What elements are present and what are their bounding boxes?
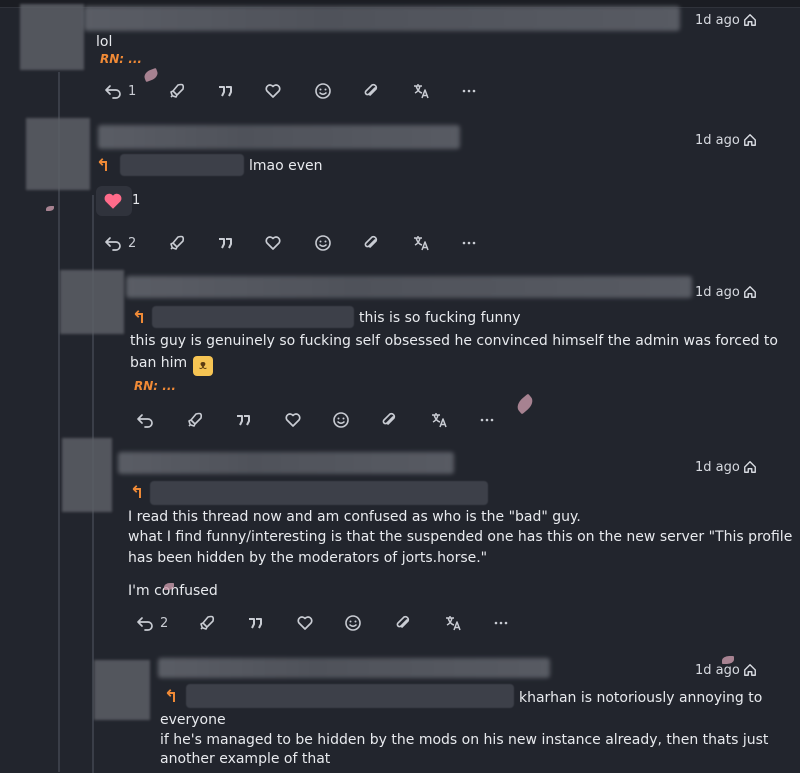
rocket-icon[interactable]: [198, 614, 220, 634]
note-text-line: kharhan is notoriously annoying to: [519, 690, 763, 706]
renote-label[interactable]: RN: ...: [100, 52, 142, 66]
reply-icon[interactable]: [104, 234, 126, 254]
smile-icon[interactable]: [314, 82, 336, 102]
more-icon[interactable]: [460, 234, 482, 254]
note-text-line: everyone: [160, 712, 226, 728]
note-text-line: another example of that: [160, 751, 331, 767]
petal-decoration: [514, 393, 536, 415]
paperclip-icon[interactable]: [362, 82, 384, 102]
petal-decoration: [142, 67, 160, 83]
timestamp[interactable]: 1d ago: [695, 285, 740, 300]
translate-icon[interactable]: [412, 234, 434, 254]
home-icon: [744, 461, 756, 473]
home-icon: [744, 134, 756, 146]
username-blurred[interactable]: [118, 452, 454, 474]
custom-emoji-icon: ᴥ: [193, 356, 213, 376]
reaction-count: 1: [132, 193, 141, 208]
quote-icon[interactable]: [234, 411, 256, 431]
reply-count: 2: [128, 236, 137, 251]
note-text-line: has been hidden by the moderators of jor…: [128, 550, 488, 566]
timestamp[interactable]: 1d ago: [695, 13, 740, 28]
note-actions: 2: [136, 614, 516, 634]
paperclip-icon[interactable]: [380, 411, 402, 431]
more-icon[interactable]: [492, 614, 514, 634]
username-blurred[interactable]: [126, 276, 692, 298]
smile-icon[interactable]: [314, 234, 336, 254]
reply-count: 2: [160, 616, 169, 631]
smile-icon[interactable]: [344, 614, 366, 634]
petal-decoration: [46, 206, 54, 211]
note-text-line: ban him: [130, 355, 188, 371]
translate-icon[interactable]: [412, 82, 434, 102]
heart-outline-icon[interactable]: [264, 82, 286, 102]
translate-icon[interactable]: [430, 411, 452, 431]
note-actions: 2: [104, 234, 484, 254]
note-actions: [136, 411, 516, 431]
reply-icon[interactable]: [104, 82, 126, 102]
heart-reaction-button[interactable]: 1: [96, 186, 140, 216]
note-text-line: what I find funny/interesting is that th…: [128, 529, 793, 545]
smile-icon[interactable]: [332, 411, 354, 431]
reply-arrow-icon: ↰: [96, 156, 111, 176]
reply-target-blurred[interactable]: [152, 306, 354, 328]
renote-label[interactable]: RN: ...: [134, 379, 176, 393]
reply-icon[interactable]: [136, 614, 158, 634]
reply-target-blurred[interactable]: [186, 684, 514, 708]
note-text-line: I read this thread now and am confused a…: [128, 509, 581, 525]
avatar[interactable]: [26, 118, 90, 190]
rocket-icon[interactable]: [168, 234, 190, 254]
heart-outline-icon[interactable]: [296, 614, 318, 634]
reply-target-blurred[interactable]: [120, 154, 244, 176]
reply-arrow-icon: ↰: [132, 308, 147, 328]
timestamp[interactable]: 1d ago: [695, 460, 740, 475]
avatar[interactable]: [60, 270, 124, 334]
paperclip-icon[interactable]: [394, 614, 416, 634]
home-icon: [744, 286, 756, 298]
reply-arrow-icon: ↰: [164, 687, 179, 707]
note-actions: 1: [104, 82, 484, 102]
reply-arrow-icon: ↰: [130, 483, 145, 503]
username-blurred[interactable]: [98, 125, 460, 149]
more-icon[interactable]: [478, 411, 500, 431]
paperclip-icon[interactable]: [362, 234, 384, 254]
home-icon: [744, 664, 756, 676]
heart-outline-icon[interactable]: [284, 411, 306, 431]
home-icon: [744, 14, 756, 26]
timestamp[interactable]: 1d ago: [695, 133, 740, 148]
more-icon[interactable]: [460, 82, 482, 102]
note-text: lmao even: [249, 158, 323, 174]
quote-icon[interactable]: [216, 82, 238, 102]
heart-icon: [104, 193, 122, 209]
reply-target-blurred[interactable]: [150, 481, 488, 505]
username-blurred[interactable]: [84, 6, 680, 31]
reply-count: 1: [128, 84, 137, 99]
note-text: lol: [96, 34, 113, 50]
note-text-line: this guy is genuinely so fucking self ob…: [130, 333, 778, 349]
avatar[interactable]: [20, 4, 84, 70]
rocket-icon[interactable]: [168, 82, 190, 102]
username-blurred[interactable]: [158, 658, 550, 678]
reply-icon[interactable]: [136, 411, 158, 431]
translate-icon[interactable]: [444, 614, 466, 634]
quote-icon[interactable]: [246, 614, 268, 634]
avatar[interactable]: [94, 660, 150, 720]
timestamp[interactable]: 1d ago: [695, 663, 740, 678]
note-text-line: this is so fucking funny: [359, 310, 521, 326]
quote-icon[interactable]: [216, 234, 238, 254]
rocket-icon[interactable]: [186, 411, 208, 431]
avatar[interactable]: [62, 438, 112, 512]
heart-outline-icon[interactable]: [264, 234, 286, 254]
